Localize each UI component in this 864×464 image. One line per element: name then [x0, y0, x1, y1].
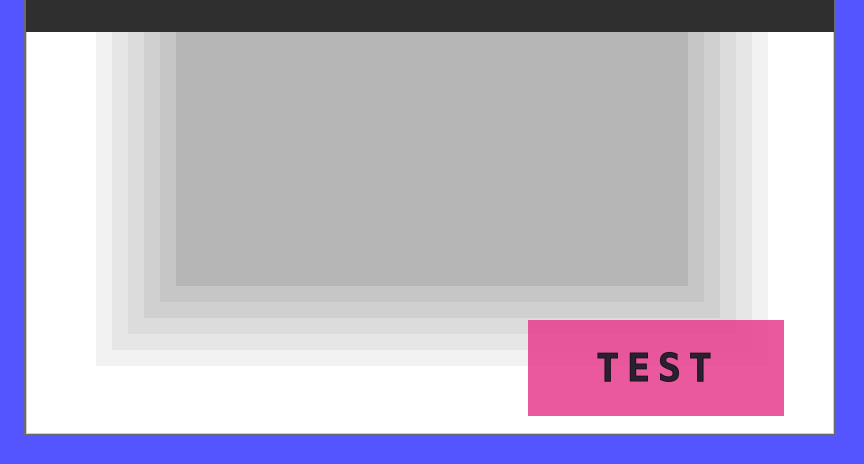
- content-panel: [176, 0, 688, 286]
- test-button[interactable]: TEST: [528, 320, 784, 416]
- window-titlebar[interactable]: [26, 0, 834, 32]
- app-window: TEST: [24, 0, 836, 436]
- test-button-label: TEST: [596, 346, 720, 391]
